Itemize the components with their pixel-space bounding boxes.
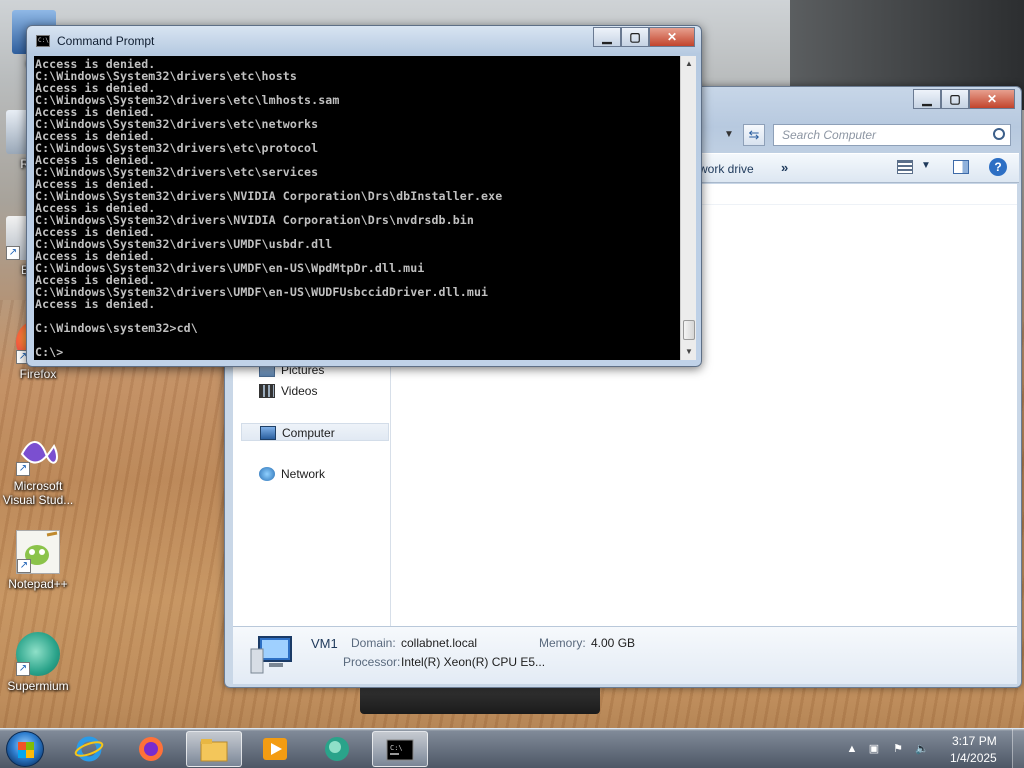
command-prompt-window[interactable]: C:\ Command Prompt ▁ ▢ ✕ Access is denie… <box>26 25 702 367</box>
maximize-button[interactable]: ▢ <box>941 89 969 109</box>
shortcut-arrow-icon: ↗ <box>17 559 31 573</box>
address-dropdown-icon[interactable]: ▼ <box>719 124 739 146</box>
shortcut-arrow-icon: ↗ <box>16 662 30 676</box>
search-placeholder: Search Computer <box>782 128 877 142</box>
close-button[interactable]: ✕ <box>969 89 1015 109</box>
domain-label: Domain: <box>351 636 396 650</box>
console-line: Access is denied. <box>35 297 156 311</box>
explorer-window-controls: ▁ ▢ ✕ <box>913 89 1015 109</box>
desktop-icon-label: Supermium <box>7 679 69 693</box>
firefox-icon <box>139 737 163 761</box>
network-icon <box>259 467 275 481</box>
shortcut-arrow-icon: ↗ <box>6 246 20 260</box>
show-desktop-button[interactable] <box>1012 729 1024 768</box>
taskbar-internet-explorer[interactable] <box>62 731 118 767</box>
desktop-icon-label: Firefox <box>19 367 57 381</box>
volume-muted-icon[interactable]: 🔈 <box>914 741 930 757</box>
scroll-up-icon[interactable]: ▲ <box>681 56 697 72</box>
folder-icon <box>200 739 228 762</box>
nav-item-videos[interactable]: Videos <box>259 382 317 400</box>
network-tray-icon[interactable]: ▣ <box>866 741 882 757</box>
console-output[interactable]: Access is denied. C:\Windows\System32\dri… <box>34 56 680 360</box>
scroll-down-icon[interactable]: ▼ <box>681 344 697 360</box>
preview-pane-icon[interactable] <box>953 160 969 174</box>
toolbar-more-button[interactable]: » <box>781 160 788 175</box>
computer-icon <box>260 426 276 440</box>
memory-label: Memory: <box>539 636 586 650</box>
processor-value: Intel(R) Xeon(R) CPU E5... <box>401 655 546 669</box>
command-prompt-icon: C:\ <box>386 739 414 761</box>
desktop-icon-label: Notepad++ <box>8 577 68 591</box>
map-network-drive-button[interactable]: work drive <box>699 162 754 176</box>
maximize-button[interactable]: ▢ <box>621 27 649 47</box>
show-hidden-icons-button[interactable]: ▲ <box>844 741 860 757</box>
computer-icon <box>250 636 292 674</box>
visual-studio-icon: ↗ <box>16 432 60 476</box>
taskbar-media-player[interactable] <box>248 731 304 767</box>
taskbar-command-prompt[interactable]: C:\ <box>372 731 428 767</box>
search-input[interactable]: Search Computer <box>773 124 1011 146</box>
supermium-icon <box>325 737 349 761</box>
close-button[interactable]: ✕ <box>649 27 695 47</box>
taskbar-file-explorer[interactable] <box>186 731 242 767</box>
desktop-icon-label: Microsoft Visual Stud... <box>2 479 74 507</box>
desktop-icon-supermium[interactable]: ↗ Supermium <box>0 632 76 693</box>
windows-logo-icon-lower <box>18 750 34 758</box>
vertical-scrollbar[interactable]: ▲ ▼ <box>680 56 696 360</box>
scrollbar-thumb[interactable] <box>683 320 695 340</box>
nav-item-label: Computer <box>282 426 335 440</box>
search-icon <box>993 128 1005 140</box>
desktop-icon-visual-studio[interactable]: ↗ Microsoft Visual Stud... <box>0 432 76 507</box>
minimize-button[interactable]: ▁ <box>913 89 941 109</box>
nav-item-computer[interactable]: Computer <box>241 423 389 441</box>
command-prompt-window-controls: ▁ ▢ ✕ <box>593 27 695 47</box>
media-player-icon <box>263 738 287 760</box>
processor-label: Processor: <box>343 655 401 669</box>
refresh-button[interactable]: ⇆ <box>743 124 765 146</box>
console-line: C:\Windows\system32>cd\ <box>35 321 198 335</box>
change-view-icon[interactable] <box>897 160 913 174</box>
command-prompt-icon: C:\ <box>36 35 50 47</box>
help-icon[interactable]: ? <box>989 158 1007 176</box>
shortcut-arrow-icon: ↗ <box>16 462 30 476</box>
desktop-icon-notepadpp[interactable]: ↗ Notepad++ <box>0 530 76 591</box>
clock-time[interactable]: 3:17 PM <box>952 734 997 748</box>
computer-name: VM1 <box>311 636 338 651</box>
minimize-button[interactable]: ▁ <box>593 27 621 47</box>
details-pane: VM1 Domain: collabnet.local Memory: 4.00… <box>233 626 1017 684</box>
supermium-icon: ↗ <box>16 632 60 676</box>
console-line: C:\> <box>35 345 64 359</box>
taskbar: C:\ ▲ ▣ ⚑ 🔈 3:17 PM 1/4/2025 <box>0 728 1024 768</box>
view-dropdown-icon[interactable]: ▼ <box>921 160 931 171</box>
domain-value: collabnet.local <box>401 636 478 650</box>
internet-explorer-icon <box>74 736 104 762</box>
nav-item-label: Videos <box>281 384 318 398</box>
taskbar-firefox[interactable] <box>124 731 180 767</box>
taskbar-supermium[interactable] <box>310 731 366 767</box>
start-button[interactable] <box>6 731 44 767</box>
notepadpp-icon: ↗ <box>16 530 60 574</box>
svg-text:C:\: C:\ <box>390 744 403 752</box>
window-title: Command Prompt <box>57 34 155 48</box>
videos-icon <box>259 384 275 398</box>
nav-item-network[interactable]: Network <box>259 465 325 483</box>
nav-item-label: Network <box>281 467 326 481</box>
action-center-flag-icon[interactable]: ⚑ <box>890 741 906 757</box>
memory-value: 4.00 GB <box>591 636 636 650</box>
clock-date[interactable]: 1/4/2025 <box>950 751 997 765</box>
